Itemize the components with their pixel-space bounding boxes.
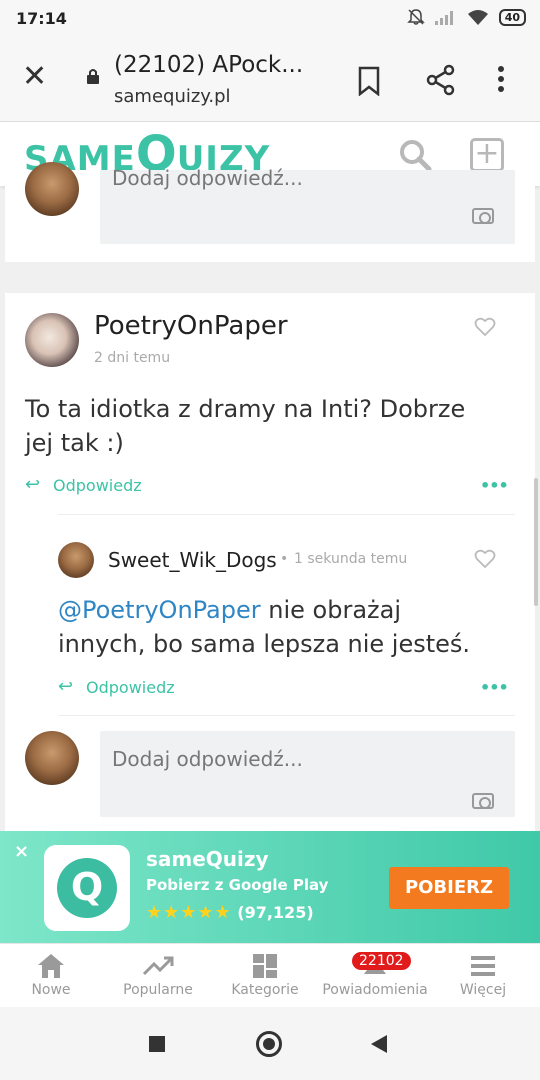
battery-indicator: 40 bbox=[498, 8, 526, 26]
avatar bbox=[25, 162, 79, 216]
nav-item-kategorie[interactable]: Kategorie bbox=[211, 950, 319, 998]
reply-input[interactable]: Dodaj odpowiedź... bbox=[100, 166, 515, 244]
menu-icon bbox=[471, 956, 495, 976]
home-button[interactable] bbox=[256, 1031, 282, 1057]
previous-comment-card: Dodaj odpowiedź... bbox=[5, 162, 535, 262]
status-bar: 17:14 40 bbox=[0, 0, 540, 38]
mute-bell-icon bbox=[406, 9, 425, 25]
comment-card: PoetryOnPaper 2 dni temu To ta idiotka z… bbox=[5, 293, 535, 833]
search-icon[interactable] bbox=[398, 138, 432, 172]
home-icon bbox=[38, 954, 64, 978]
signal-icon bbox=[434, 11, 453, 25]
mention-link[interactable]: @PoetryOnPaper bbox=[58, 596, 261, 624]
browser-toolbar: ✕ (22102) APock... samequizy.pl bbox=[0, 38, 540, 122]
app-install-banner: × Q sameQuizy Pobierz z Google Play ★★★★… bbox=[0, 831, 540, 943]
reply-text: @PoetryOnPaper nie obrażaj innych, bo sa… bbox=[58, 596, 471, 658]
avatar bbox=[25, 731, 79, 785]
bookmark-icon[interactable] bbox=[356, 66, 382, 96]
grid-icon bbox=[253, 954, 277, 978]
close-banner-button[interactable]: × bbox=[14, 841, 29, 862]
reply-author[interactable]: Sweet_Wik_Dogs bbox=[108, 548, 277, 572]
bottom-navigation: Nowe Popularne Kategorie Powiadomienia W… bbox=[0, 943, 540, 1007]
system-navigation-bar bbox=[0, 1007, 540, 1080]
reply-icon[interactable]: ↩ bbox=[25, 474, 40, 495]
camera-icon[interactable] bbox=[472, 793, 494, 809]
more-vert-icon[interactable] bbox=[496, 64, 506, 94]
nav-item-popularne[interactable]: Popularne bbox=[104, 950, 212, 998]
heart-icon[interactable] bbox=[474, 317, 496, 337]
more-options-icon[interactable]: ••• bbox=[480, 678, 509, 697]
status-time: 17:14 bbox=[16, 9, 67, 28]
app-name: sameQuizy bbox=[146, 847, 269, 871]
status-icons: 40 bbox=[406, 8, 526, 26]
nav-item-wiecej[interactable]: Więcej bbox=[429, 950, 537, 998]
wifi-icon bbox=[467, 10, 488, 25]
app-icon[interactable]: Q bbox=[44, 845, 130, 931]
comment-text: To ta idiotka z dramy na Inti? Dobrze je… bbox=[25, 395, 466, 457]
back-button[interactable] bbox=[371, 1035, 387, 1053]
comment-author[interactable]: PoetryOnPaper bbox=[94, 311, 288, 341]
heart-icon[interactable] bbox=[474, 549, 496, 569]
app-subtitle: Pobierz z Google Play bbox=[146, 876, 329, 894]
divider bbox=[58, 715, 515, 716]
reply-icon[interactable]: ↩ bbox=[58, 676, 73, 697]
scrollbar-thumb[interactable] bbox=[534, 478, 538, 606]
camera-icon[interactable] bbox=[472, 208, 494, 224]
star-rating-icon: ★★★★★ bbox=[146, 902, 232, 923]
avatar[interactable] bbox=[58, 542, 94, 578]
reply-time: 1 sekunda temu bbox=[294, 551, 408, 567]
divider bbox=[58, 514, 515, 515]
nav-item-nowe[interactable]: Nowe bbox=[0, 950, 105, 998]
more-options-icon[interactable]: ••• bbox=[480, 476, 509, 495]
reply-input[interactable]: Dodaj odpowiedź... bbox=[100, 731, 515, 817]
recent-apps-button[interactable] bbox=[149, 1036, 165, 1052]
download-button[interactable]: POBIERZ bbox=[389, 867, 509, 909]
share-icon[interactable] bbox=[426, 64, 456, 96]
avatar[interactable] bbox=[25, 313, 79, 367]
reply-button[interactable]: Odpowiedz bbox=[86, 678, 175, 697]
close-tab-button[interactable]: ✕ bbox=[22, 62, 47, 92]
address-url[interactable]: samequizy.pl bbox=[114, 86, 231, 107]
comment-time: 2 dni temu bbox=[94, 350, 171, 366]
add-quiz-button[interactable]: + bbox=[470, 138, 504, 172]
tab-title[interactable]: (22102) APock... bbox=[114, 52, 303, 78]
reply-separator: • bbox=[280, 551, 289, 567]
lock-icon bbox=[87, 69, 99, 84]
trending-icon bbox=[142, 956, 174, 976]
app-rating: ★★★★★ (97,125) bbox=[146, 902, 314, 923]
notification-badge: 22102 bbox=[352, 952, 411, 970]
reply-button[interactable]: Odpowiedz bbox=[53, 476, 142, 495]
